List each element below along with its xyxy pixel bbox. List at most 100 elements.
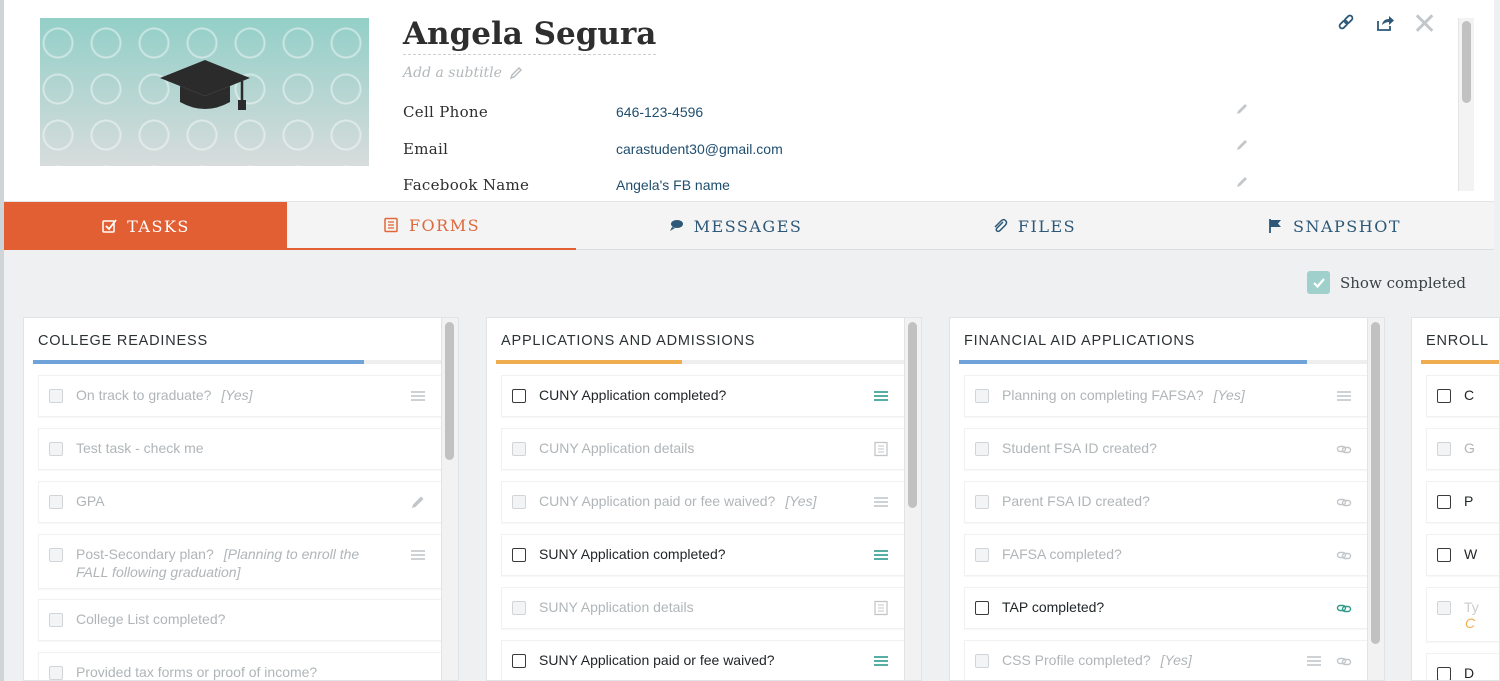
task-checkbox[interactable] bbox=[1437, 389, 1451, 403]
facebook-name-value[interactable]: Angela's FB name bbox=[616, 177, 730, 193]
task-checkbox[interactable] bbox=[512, 442, 526, 456]
task-checkbox[interactable] bbox=[49, 548, 63, 562]
pencil-icon[interactable] bbox=[410, 494, 426, 510]
tab-snapshot[interactable]: SNAPSHOT bbox=[1174, 202, 1494, 250]
task-item[interactable]: CSS Profile completed? [Yes] bbox=[964, 640, 1369, 680]
link-icon[interactable] bbox=[1336, 441, 1352, 457]
task-item[interactable]: CUNY Application completed? bbox=[501, 375, 906, 417]
tab-forms[interactable]: FORMS bbox=[287, 202, 576, 250]
task-checkbox[interactable] bbox=[1437, 667, 1451, 680]
task-item[interactable]: W bbox=[1426, 534, 1499, 576]
list-icon[interactable] bbox=[1336, 388, 1352, 404]
column-progress-bar bbox=[33, 360, 447, 364]
task-answer: [Yes] bbox=[1213, 387, 1245, 403]
task-item[interactable]: CUNY Application details bbox=[501, 428, 906, 470]
task-item[interactable]: Ty bbox=[1426, 587, 1499, 642]
contact-header: Angela Segura Add a subtitle Cell Phone … bbox=[4, 0, 1494, 201]
task-label: C bbox=[1464, 387, 1475, 403]
task-checkbox[interactable] bbox=[975, 495, 989, 509]
task-checkbox[interactable] bbox=[1437, 548, 1451, 562]
pencil-icon[interactable] bbox=[1234, 101, 1250, 117]
facebook-name-label: Facebook Name bbox=[403, 176, 530, 194]
task-checkbox[interactable] bbox=[49, 389, 63, 403]
task-checkbox[interactable] bbox=[512, 495, 526, 509]
close-icon[interactable]: ✕ bbox=[1412, 10, 1437, 40]
task-item[interactable]: Post-Secondary plan? [Planning to enroll … bbox=[38, 534, 443, 589]
task-item[interactable]: G bbox=[1426, 428, 1499, 470]
task-item[interactable]: Student FSA ID created? bbox=[964, 428, 1369, 470]
email-value[interactable]: carastudent30@gmail.com bbox=[616, 141, 783, 157]
form-icon[interactable] bbox=[873, 441, 889, 457]
task-item[interactable]: SUNY Application details bbox=[501, 587, 906, 629]
task-item[interactable]: FAFSA completed? bbox=[964, 534, 1369, 576]
task-checkbox[interactable] bbox=[512, 548, 526, 562]
task-item[interactable]: Provided tax forms or proof of income? bbox=[38, 652, 443, 680]
task-item[interactable]: College List completed? bbox=[38, 599, 443, 641]
subtitle-placeholder[interactable]: Add a subtitle bbox=[403, 65, 502, 81]
task-checkbox[interactable] bbox=[1437, 442, 1451, 456]
form-icon[interactable] bbox=[873, 600, 889, 616]
task-item[interactable]: GPA bbox=[38, 481, 443, 523]
task-item[interactable]: Planning on completing FAFSA? [Yes] bbox=[964, 375, 1369, 417]
task-checkbox[interactable] bbox=[512, 389, 526, 403]
pencil-icon[interactable] bbox=[508, 65, 524, 81]
column-progress-fill bbox=[33, 360, 365, 364]
tab-snapshot-label: SNAPSHOT bbox=[1293, 216, 1401, 236]
link-icon[interactable] bbox=[1336, 494, 1352, 510]
task-checkbox[interactable] bbox=[512, 601, 526, 615]
tab-files[interactable]: FILES bbox=[894, 202, 1174, 250]
task-item[interactable]: P bbox=[1426, 481, 1499, 523]
task-checkbox[interactable] bbox=[1437, 495, 1451, 509]
task-checkbox[interactable] bbox=[975, 389, 989, 403]
show-completed-checkbox[interactable] bbox=[1307, 271, 1330, 294]
list-icon[interactable] bbox=[1306, 653, 1322, 669]
task-checkbox[interactable] bbox=[1437, 601, 1451, 615]
pencil-icon[interactable] bbox=[1234, 137, 1250, 153]
task-item[interactable]: CUNY Application paid or fee waived? [Yes… bbox=[501, 481, 906, 523]
task-label-text: Post-Secondary plan? bbox=[76, 546, 214, 562]
task-item[interactable]: On track to graduate? [Yes] bbox=[38, 375, 443, 417]
column-scrollbar-thumb[interactable] bbox=[445, 322, 454, 460]
task-item[interactable]: D bbox=[1426, 653, 1499, 680]
contact-name[interactable]: Angela Segura bbox=[403, 16, 657, 55]
task-item[interactable]: Parent FSA ID created? bbox=[964, 481, 1369, 523]
task-checkbox[interactable] bbox=[975, 442, 989, 456]
tab-messages[interactable]: MESSAGES bbox=[576, 202, 894, 250]
task-label-text: FAFSA completed? bbox=[1002, 546, 1122, 562]
list-icon[interactable] bbox=[410, 547, 426, 563]
task-checkbox[interactable] bbox=[49, 613, 63, 627]
column-scrollbar-thumb[interactable] bbox=[1371, 322, 1380, 644]
task-checkbox[interactable] bbox=[975, 548, 989, 562]
task-checkbox[interactable] bbox=[49, 666, 63, 680]
link-icon[interactable] bbox=[1336, 653, 1352, 669]
task-checkbox[interactable] bbox=[512, 654, 526, 668]
task-item[interactable]: C bbox=[1426, 375, 1499, 417]
list-icon[interactable] bbox=[873, 388, 889, 404]
task-label: G bbox=[1464, 440, 1475, 456]
form-icon bbox=[384, 217, 398, 233]
column-scrollbar-thumb[interactable] bbox=[908, 322, 917, 508]
task-item[interactable]: SUNY Application paid or fee waived? bbox=[501, 640, 906, 680]
task-item[interactable]: Test task - check me bbox=[38, 428, 443, 470]
task-checkbox[interactable] bbox=[49, 495, 63, 509]
list-icon[interactable] bbox=[873, 547, 889, 563]
list-icon[interactable] bbox=[873, 494, 889, 510]
link-icon[interactable] bbox=[1336, 547, 1352, 563]
task-label: SUNY Application details bbox=[539, 598, 694, 616]
show-completed-toggle[interactable]: Show completed bbox=[1307, 271, 1466, 294]
task-checkbox[interactable] bbox=[49, 442, 63, 456]
task-label: Planning on completing FAFSA? [Yes] bbox=[1002, 386, 1245, 404]
link-icon[interactable] bbox=[1336, 600, 1352, 616]
task-item[interactable]: TAP completed? bbox=[964, 587, 1369, 629]
share-icon[interactable] bbox=[1375, 13, 1395, 33]
list-icon[interactable] bbox=[873, 653, 889, 669]
task-checkbox[interactable] bbox=[975, 654, 989, 668]
pencil-icon[interactable] bbox=[1234, 174, 1250, 190]
list-icon[interactable] bbox=[410, 388, 426, 404]
tab-tasks[interactable]: TASKS bbox=[4, 202, 287, 250]
cell-phone-value[interactable]: 646-123-4596 bbox=[616, 104, 703, 120]
link-icon[interactable] bbox=[1336, 13, 1356, 33]
task-checkbox[interactable] bbox=[975, 601, 989, 615]
task-item[interactable]: SUNY Application completed? bbox=[501, 534, 906, 576]
header-scrollbar-thumb[interactable] bbox=[1462, 21, 1471, 103]
